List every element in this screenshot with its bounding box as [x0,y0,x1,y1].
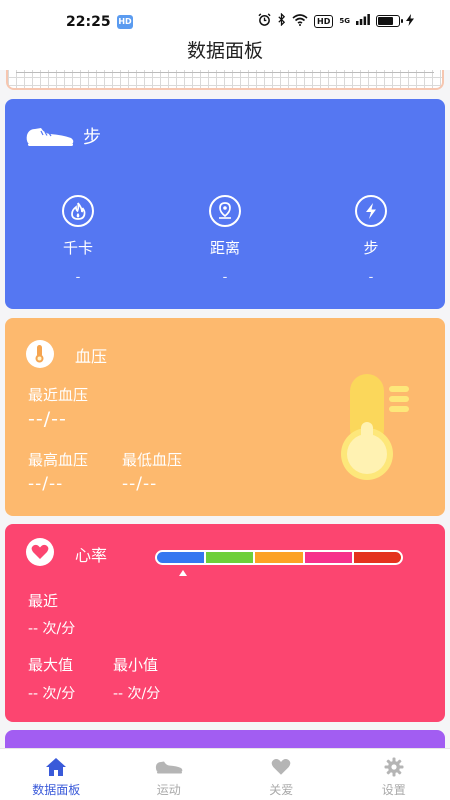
distance-label: 距离 [209,239,240,257]
step-count-stat: 步 - [331,195,411,285]
calories-label: 千卡 [62,239,93,257]
page-title: 数据面板 [186,40,263,62]
ecg-chart-strip[interactable] [6,70,444,90]
location-icon [209,195,241,227]
bp-recent-value: --/-- [28,408,67,430]
steps-card-title: 步 [83,127,101,148]
bp-max-value: --/-- [28,474,64,494]
bottom-nav: 数据面板 运动 关爱 设置 [0,748,450,800]
hr-recent-label: 最近 [28,592,59,610]
hr-zone-4 [304,552,354,563]
status-icons: HD 5G [258,12,414,29]
battery-icon [376,15,403,27]
hr-min-label: 最小值 [113,656,159,674]
thermometer-illustration-icon [335,372,415,488]
bp-min-value: --/-- [122,474,158,494]
calories-value: - [75,270,81,285]
battery-level [378,17,393,25]
shoe-icon [113,757,226,777]
hr-zone-pointer [179,570,187,576]
lightning-icon [355,195,387,227]
step-count-value: - [368,270,374,285]
shoe-icon [25,125,75,151]
heart-icon [26,538,54,566]
distance-value: - [222,270,228,285]
hr-max-label: 最大值 [28,656,74,674]
hr-recent-value: -- 次/分 [28,621,76,637]
hr-card-title: 心率 [75,546,108,565]
gear-icon [338,757,450,777]
blood-pressure-card[interactable]: 血压 最近血压 --/-- 最高血压 --/-- 最低血压 --/-- [5,318,445,516]
home-icon [0,757,113,777]
nav-tab-settings[interactable]: 设置 [338,749,450,800]
heart-icon [225,757,338,777]
nav-tab-dashboard[interactable]: 数据面板 [0,749,113,800]
flame-icon [62,195,94,227]
nav-tab-care[interactable]: 关爱 [225,749,338,800]
nav-label-dashboard: 数据面板 [32,783,81,797]
charging-icon [406,13,414,29]
bp-recent-label: 最近血压 [28,386,89,404]
hr-zone-3 [255,552,305,563]
nav-label-exercise: 运动 [156,783,181,797]
network-label: 5G [339,16,350,25]
hr-max-value: -- 次/分 [28,686,76,702]
alarm-icon [258,13,271,29]
header: 数据面板 [0,40,450,70]
hr-zone-2 [206,552,256,563]
hd-icon: HD [314,14,334,28]
steps-card[interactable]: 步 千卡 - 距离 - 步 - [5,99,445,309]
status-time: 22:25 [66,14,111,30]
nav-label-care: 关爱 [269,783,294,797]
thermometer-icon [26,340,54,368]
bp-card-title: 血压 [75,347,108,366]
status-bar: 22:25 HD HD 5G [0,0,450,40]
hr-min-value: -- 次/分 [113,686,161,702]
wifi-icon [292,13,308,29]
calories-stat: 千卡 - [38,195,118,285]
signal-icon [356,14,370,28]
bluetooth-icon [277,12,286,29]
hr-zone-5 [353,552,401,563]
step-count-label: 步 [363,239,379,257]
app-notification-icon: HD [117,15,133,29]
heart-rate-card[interactable]: 心率 最近 -- 次/分 最大值 -- 次/分 最小值 -- 次/分 [5,524,445,722]
heart-rate-zone-scale [155,550,403,565]
nav-tab-exercise[interactable]: 运动 [113,749,226,800]
distance-stat: 距离 - [185,195,265,285]
bp-max-label: 最高血压 [28,451,89,469]
bp-min-label: 最低血压 [122,451,183,469]
hr-zone-1 [157,552,207,563]
nav-label-settings: 设置 [381,783,406,797]
